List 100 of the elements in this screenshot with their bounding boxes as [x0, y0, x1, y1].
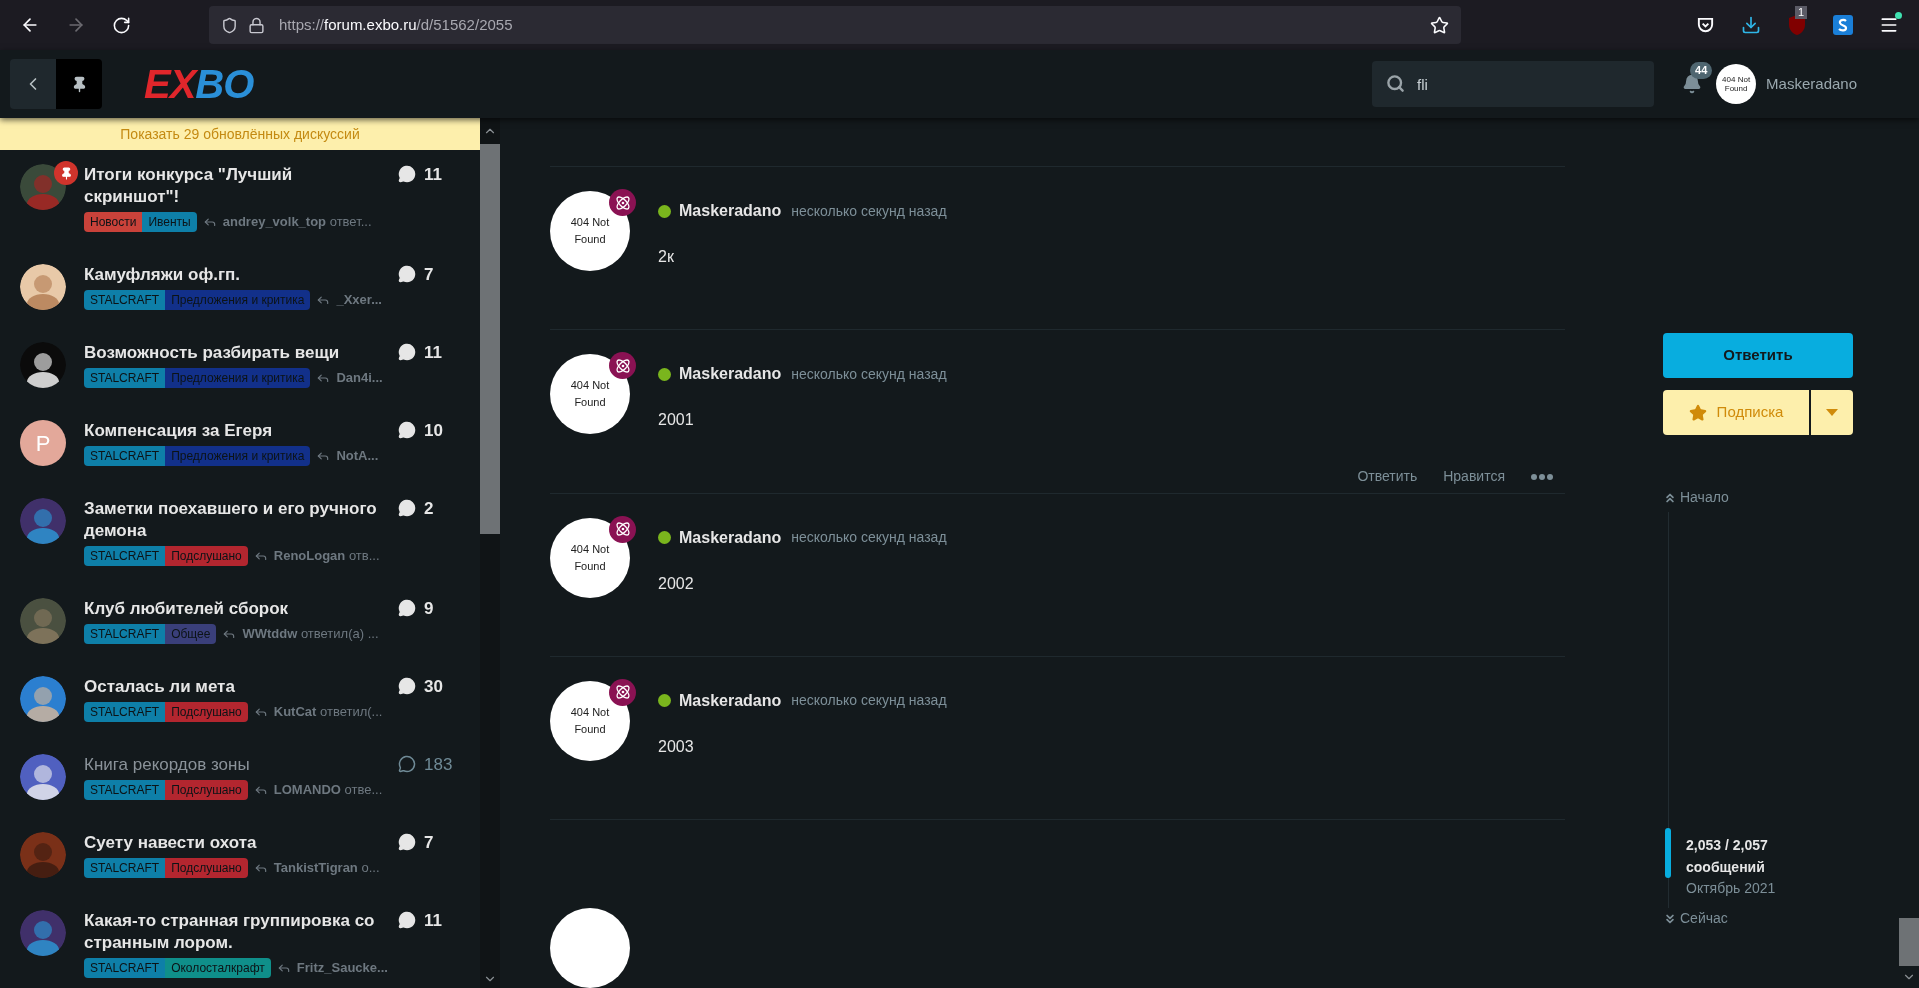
- star-icon: [1688, 403, 1707, 422]
- post-time[interactable]: несколько секунд назад: [791, 200, 947, 222]
- comment-icon: [398, 755, 416, 773]
- post-unit: сообщений: [1686, 857, 1766, 877]
- discussion-title[interactable]: Компенсация за Егеря: [84, 420, 390, 442]
- extension-badge: 1: [1795, 6, 1808, 19]
- last-reply: Fritz_Saucke...: [296, 959, 388, 978]
- reply-icon: [253, 783, 268, 797]
- caret-icon: [1826, 409, 1838, 416]
- discussion-title[interactable]: Заметки поехавшего и его ручного демона: [84, 498, 390, 542]
- post-position: 2,053 / 2,057: [1686, 835, 1769, 855]
- scrubber-handle[interactable]: [1665, 827, 1671, 878]
- reload-icon[interactable]: [112, 15, 131, 35]
- reply-icon: [316, 449, 331, 463]
- post-body: 2002: [658, 573, 695, 594]
- download-icon[interactable]: [1741, 15, 1761, 35]
- post-time[interactable]: несколько секунд назад: [791, 690, 947, 712]
- atom-badge: [609, 352, 636, 380]
- tag[interactable]: Подслушано: [165, 780, 248, 800]
- tag[interactable]: STALCRAFT: [84, 546, 166, 566]
- reply-icon: [222, 627, 237, 641]
- last-reply: TankistTigran о...: [273, 859, 380, 878]
- address-bar[interactable]: https://forum.exbo.ru/d/51562/2055: [209, 6, 1461, 44]
- tag[interactable]: Околосталкрафт: [165, 958, 271, 978]
- last-reply: WWtddw ответил(а) ...: [242, 625, 379, 644]
- user-avatar[interactable]: 404 Not Found: [1716, 64, 1757, 104]
- author-name[interactable]: Maskeradano: [679, 525, 782, 550]
- post-time[interactable]: несколько секунд назад: [791, 527, 947, 548]
- menu-icon[interactable]: [1879, 15, 1899, 35]
- scrubber-start[interactable]: Начало: [1663, 487, 1853, 508]
- site-logo[interactable]: EXBO: [144, 64, 254, 104]
- comment-icon: [398, 599, 416, 617]
- post-body: 2003: [658, 736, 695, 757]
- tag[interactable]: STALCRAFT: [84, 624, 166, 644]
- reply-count: 183: [398, 754, 460, 776]
- reply-button[interactable]: Ответить: [1663, 333, 1853, 378]
- reply-icon: [253, 861, 268, 875]
- tag[interactable]: Подслушано: [165, 858, 248, 878]
- atom-badge: [609, 678, 636, 706]
- author-name[interactable]: Maskeradano: [679, 688, 782, 713]
- reply-icon: [253, 549, 268, 563]
- post-action[interactable]: Ответить: [1357, 466, 1418, 488]
- url-text: https://forum.exbo.ru/d/51562/2055: [279, 14, 514, 35]
- comment-icon: [398, 911, 416, 929]
- scrollbar-thumb[interactable]: [1899, 918, 1919, 966]
- user-avatar[interactable]: 404 Not Found: [550, 517, 630, 598]
- atom-badge: [609, 189, 636, 216]
- reply-count: 7: [398, 264, 460, 286]
- post-action[interactable]: Нравится: [1443, 466, 1505, 488]
- tag[interactable]: STALCRAFT: [84, 702, 166, 722]
- tag[interactable]: STALCRAFT: [84, 446, 166, 466]
- comment-icon: [398, 165, 416, 183]
- author-name[interactable]: Maskeradano: [679, 362, 782, 387]
- tag[interactable]: STALCRAFT: [84, 368, 166, 388]
- atom-badge: [609, 515, 636, 543]
- last-reply: NotA...: [336, 447, 379, 466]
- user-avatar[interactable]: 404 Not Found: [550, 354, 630, 435]
- avatar: P: [20, 420, 66, 466]
- user-avatar[interactable]: 404 Not Found: [550, 680, 630, 761]
- search-field[interactable]: fli: [1372, 61, 1655, 107]
- more-icon[interactable]: [1531, 473, 1553, 480]
- discussion-title[interactable]: Возможность разбирать вещи: [84, 342, 390, 364]
- comment-icon: [398, 421, 416, 439]
- pin-button[interactable]: [56, 59, 102, 109]
- discussion-title[interactable]: Клуб любителей сборок: [84, 598, 390, 620]
- discussion-title[interactable]: Осталась ли мета: [84, 676, 390, 698]
- tag[interactable]: STALCRAFT: [84, 958, 166, 978]
- discussion-title[interactable]: Суету навести охота: [84, 832, 390, 854]
- reply-icon: [276, 961, 291, 975]
- tag[interactable]: Ивенты: [142, 212, 197, 232]
- reply-count: 9: [398, 598, 460, 620]
- author-name[interactable]: Maskeradano: [679, 199, 782, 223]
- tag[interactable]: Новости: [84, 212, 143, 232]
- post-body: 2001: [658, 410, 695, 431]
- reply-count: 7: [398, 832, 460, 854]
- discussion-title[interactable]: Какая-то странная группировка со странным лором.: [84, 910, 390, 954]
- post-date: Октябрь 2021: [1686, 878, 1776, 898]
- user-name[interactable]: Maskeradano: [1766, 72, 1857, 96]
- discussion-title[interactable]: Итоги конкурса "Лучший скриншот"!: [84, 164, 390, 208]
- tag[interactable]: STALCRAFT: [84, 780, 166, 800]
- notification-bell-icon[interactable]: [1682, 74, 1703, 94]
- last-reply: _Xxer...: [336, 291, 382, 310]
- scrubber-end[interactable]: Сейчас: [1663, 908, 1853, 929]
- pocket-icon[interactable]: [1696, 15, 1715, 35]
- reply-count: 11: [398, 164, 460, 208]
- user-avatar[interactable]: 404 Not Found: [550, 191, 630, 271]
- discussion-title[interactable]: Камуфляжи оф.гп.: [84, 264, 390, 286]
- reply-icon: [316, 293, 331, 307]
- extension-icon[interactable]: [1833, 15, 1853, 35]
- pin-icon: [59, 166, 73, 180]
- tag[interactable]: STALCRAFT: [84, 290, 166, 310]
- discussion-title[interactable]: Книга рекордов зоны: [84, 754, 390, 776]
- tag[interactable]: Подслушано: [165, 546, 248, 566]
- sidebar-scrollbar[interactable]: [480, 118, 500, 988]
- comment-icon: [398, 499, 416, 517]
- search-icon: [1386, 74, 1406, 93]
- post-time[interactable]: несколько секунд назад: [791, 363, 947, 385]
- tag[interactable]: STALCRAFT: [84, 858, 166, 878]
- tag[interactable]: Подслушано: [165, 702, 248, 722]
- comment-icon: [398, 265, 416, 283]
